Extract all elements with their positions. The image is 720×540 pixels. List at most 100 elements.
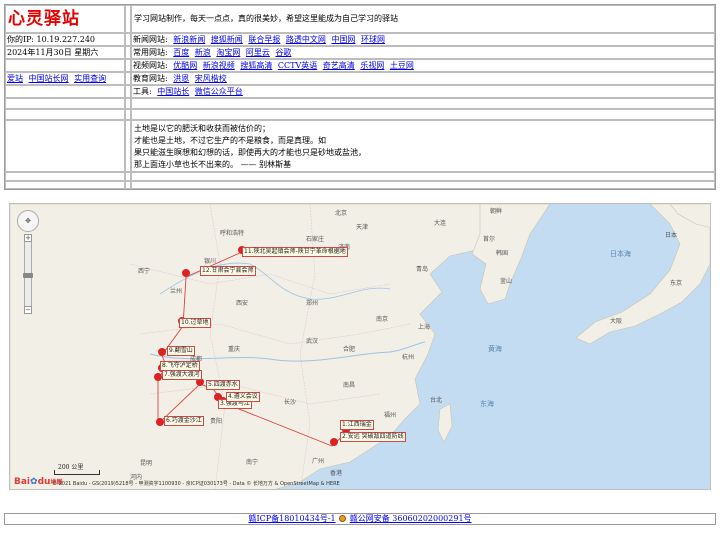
zoom-slider[interactable]: + − (23, 234, 33, 314)
marker-label-5[interactable]: 5.四渡赤水 (206, 380, 240, 390)
link-songfeng[interactable]: 宋风楷校 (195, 74, 227, 83)
link-google[interactable]: 谷歌 (275, 48, 291, 57)
link-chinaz[interactable]: 中国站长网 (29, 74, 69, 83)
link-tudou[interactable]: 土豆网 (390, 61, 414, 70)
marker-label-1[interactable]: 1.江西瑞金 (340, 420, 374, 430)
link-sina[interactable]: 新浪 (195, 48, 211, 57)
marker-label-4[interactable]: 4.遵义会议 (226, 392, 260, 402)
place-hefei: 合肥 (343, 346, 356, 353)
link-sina-news[interactable]: 新浪新闻 (173, 35, 205, 44)
zoom-in-button[interactable]: + (24, 234, 32, 242)
marker-label-7[interactable]: 7.强渡大渡河 (162, 370, 202, 380)
nav-row-label: 教育网站: (133, 74, 168, 83)
place-hangzhou: 杭州 (402, 354, 415, 361)
link-wechat-mp[interactable]: 微信公众平台 (195, 87, 243, 96)
marker-label-2[interactable]: 2.安远 突破敌四道防线 (340, 432, 406, 442)
icp-link[interactable]: 赣ICP备18010434号-1 (248, 514, 335, 523)
place-taipei: 台北 (430, 397, 443, 404)
map-pan-control[interactable]: ✥ (17, 210, 39, 232)
place-lanzhou: 兰州 (170, 288, 183, 295)
link-reuters-cn[interactable]: 路透中文网 (286, 35, 326, 44)
link-china-com[interactable]: 中国网 (331, 35, 355, 44)
nav-row-news: 新闻网站: 新浪新闻 搜狐新闻 联合早报 路透中文网 中国网 环球网 (131, 33, 715, 46)
link-sohu-news[interactable]: 搜狐新闻 (211, 35, 243, 44)
empty-cell (131, 98, 715, 109)
quote-line: 才能也是土地，不过它生产的不是粮食，而是真理。如 (134, 136, 326, 145)
empty-cell (5, 181, 125, 189)
link-hongen[interactable]: 洪恩 (173, 74, 189, 83)
link-aliyun[interactable]: 阿里云 (246, 48, 270, 57)
empty-cell (5, 120, 125, 172)
place-pyongyang: 朝鲜 (490, 208, 503, 215)
empty-cell (5, 109, 125, 120)
link-aizhan[interactable]: 爱站 (7, 74, 23, 83)
link-letv[interactable]: 乐视网 (360, 61, 384, 70)
place-nanjing: 南京 (376, 316, 389, 323)
marker-label-11[interactable]: 11.陕北吴起镇会师-陕甘宁革命根据地 (242, 247, 348, 257)
empty-cell (131, 181, 715, 189)
place-beijing: 北京 (335, 210, 348, 217)
nav-row-education: 教育网站: 洪恩 宋风楷校 (131, 72, 715, 85)
link-baidu[interactable]: 百度 (173, 48, 189, 57)
empty-cell (5, 85, 125, 98)
link-practical-query[interactable]: 实用查询 (74, 74, 106, 83)
nav-row-label: 常用网站: (133, 48, 168, 57)
link-cctv-english[interactable]: CCTV英语 (278, 61, 317, 70)
link-taobao[interactable]: 淘宝网 (216, 48, 240, 57)
marker-xueshan[interactable] (158, 348, 166, 356)
link-youku[interactable]: 优酷网 (173, 61, 197, 70)
place-zhengzhou: 郑州 (306, 300, 319, 307)
map-scale-bar (54, 470, 100, 475)
ip-cell: 你的IP: 10.19.227.240 (5, 33, 125, 46)
quote-line: 那上面连小草也长不出来的。 —— 别林斯基 (134, 160, 292, 169)
link-iqiyi-hd[interactable]: 奇艺高清 (323, 61, 355, 70)
zoom-out-button[interactable]: − (24, 306, 32, 314)
marker-label-9[interactable]: 9.翻雪山 (167, 346, 195, 356)
link-chinaz-tools[interactable]: 中国站长 (157, 87, 189, 96)
map-canvas[interactable] (10, 204, 711, 490)
marker-label-8[interactable]: 8.飞夺泸定桥 (160, 361, 200, 371)
marker-jinsha[interactable] (156, 418, 164, 426)
nav-row-label: 视频网站: (133, 61, 168, 70)
japan-land (575, 204, 710, 345)
place-dalian: 大连 (434, 220, 447, 227)
site-title-cell: 心灵驿站 (5, 5, 125, 33)
empty-cell (131, 172, 715, 181)
place-shijiazhuang: 石家庄 (306, 236, 325, 243)
quote-line: 果只能滋生瞑想和幻想的话，即使再大的才能也只是砂地或盐池， (134, 148, 366, 157)
place-changsha: 长沙 (284, 399, 297, 406)
map-copyright: © 2021 Baidu - GS(2019)5218号 - 甲测资字11009… (52, 481, 340, 487)
marker-anyuan[interactable] (330, 438, 338, 446)
link-sina-video[interactable]: 新浪视频 (203, 61, 235, 70)
place-fuzhou: 福州 (384, 412, 397, 419)
place-kunming: 昆明 (140, 460, 153, 467)
taiwan-land (437, 403, 453, 443)
link-zaobao[interactable]: 联合早报 (248, 35, 280, 44)
nav-row-label: 工具: (133, 87, 152, 96)
place-nanchang: 南昌 (343, 382, 356, 389)
empty-cell (5, 172, 125, 181)
place-shanghai: 上海 (418, 324, 431, 331)
place-seoul: 首尔 (483, 236, 496, 243)
place-japan: 日本 (665, 232, 678, 239)
empty-cell (5, 59, 125, 72)
marker-label-12[interactable]: 12.甘肃会宁县会师 (200, 266, 256, 276)
marker-huining[interactable] (182, 269, 190, 277)
quote-cell: 土地是以它的肥沃和收获而被估价的； 才能也是土地，不过它生产的不是粮食，而是真理… (131, 120, 715, 172)
marker-label-6[interactable]: 6.巧渡金沙江 (164, 416, 204, 426)
left-links-cell: 爱站 中国站长网 实用查询 (5, 72, 125, 85)
date-cell: 2024年11月30日 星期六 (5, 46, 125, 59)
zoom-slider-thumb[interactable] (23, 273, 33, 278)
marker-daduhe[interactable] (154, 373, 162, 381)
link-sohu-hd[interactable]: 搜狐高清 (240, 61, 272, 70)
marker-label-10[interactable]: 10.过草地 (179, 318, 211, 328)
link-huanqiu[interactable]: 环球网 (361, 35, 385, 44)
logo-text-a: Bai (14, 477, 31, 487)
place-wuhan: 武汉 (306, 338, 319, 345)
place-tianjin: 天津 (356, 224, 369, 231)
quote-line: 土地是以它的肥沃和收获而被估价的； (134, 124, 270, 133)
empty-cell (131, 109, 715, 120)
police-record-link[interactable]: 赣公网安备 36060202000291号 (350, 514, 472, 523)
long-march-map[interactable]: 黄海 东海 日本海 北京 天津 大连 青岛 上海 南京 武汉 长沙 贵阳 重庆 … (9, 203, 711, 490)
site-title: 心灵驿站 (8, 9, 80, 29)
